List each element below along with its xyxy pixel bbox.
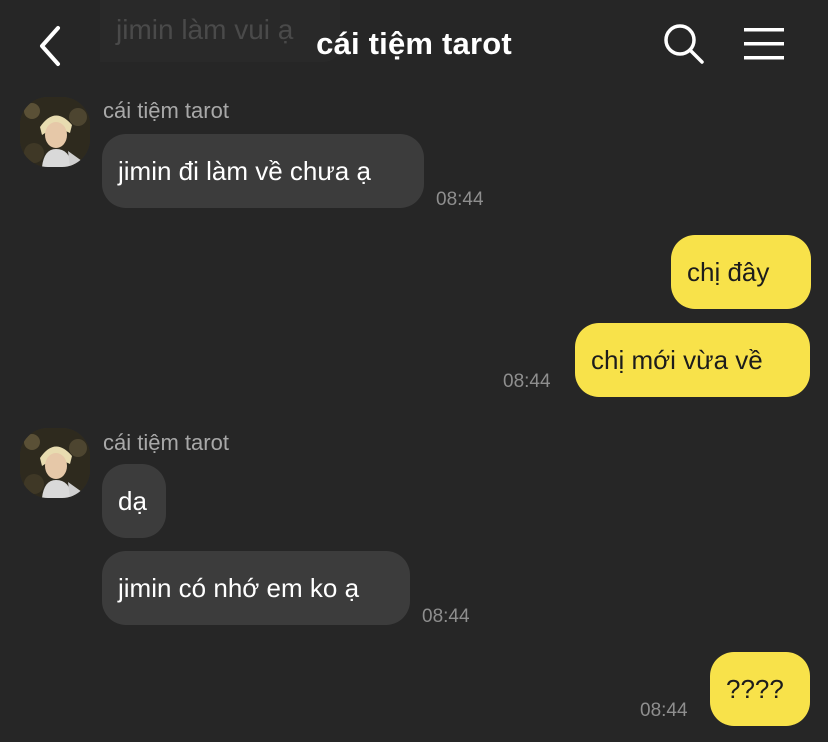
avatar[interactable] bbox=[20, 97, 90, 167]
chat-header: jimin làm vui ạ cái tiệm tarot bbox=[0, 0, 828, 88]
outgoing-message-bubble[interactable]: ???? bbox=[710, 652, 810, 726]
search-button[interactable] bbox=[662, 22, 706, 66]
message-timestamp: 08:44 bbox=[503, 371, 551, 392]
incoming-message-bubble[interactable]: jimin có nhớ em ko ạ bbox=[102, 551, 410, 625]
profile-photo bbox=[20, 428, 90, 498]
message-timestamp: 08:44 bbox=[640, 700, 688, 721]
avatar[interactable] bbox=[20, 428, 90, 498]
outgoing-message-bubble[interactable]: chị mới vừa về bbox=[575, 323, 810, 397]
incoming-message-bubble[interactable]: jimin đi làm về chưa ạ bbox=[102, 134, 424, 208]
message-timestamp: 08:44 bbox=[422, 606, 470, 627]
search-icon bbox=[664, 24, 704, 64]
message-timestamp: 08:44 bbox=[436, 189, 484, 210]
outgoing-message-bubble[interactable]: chị đây bbox=[671, 235, 811, 309]
incoming-message-bubble[interactable]: dạ bbox=[102, 464, 166, 538]
sender-name: cái tiệm tarot bbox=[103, 98, 229, 123]
sender-name: cái tiệm tarot bbox=[103, 430, 229, 455]
hamburger-menu-icon bbox=[744, 28, 784, 60]
profile-photo bbox=[20, 97, 90, 167]
menu-button[interactable] bbox=[740, 24, 788, 64]
